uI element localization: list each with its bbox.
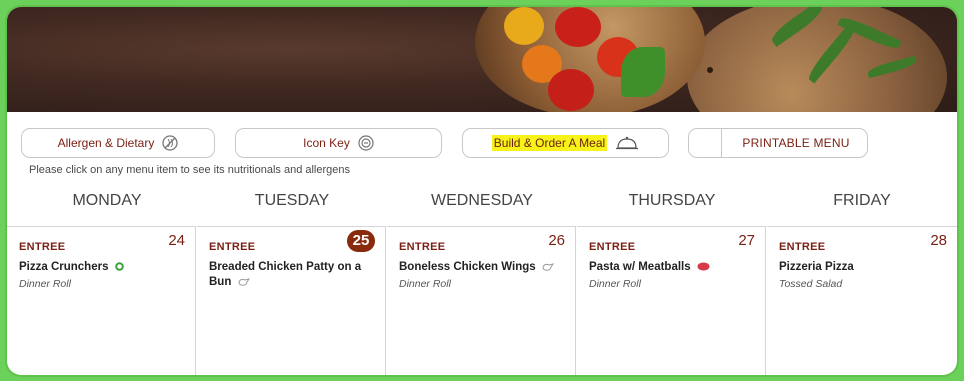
day-name-thursday: THURSDAY bbox=[628, 192, 716, 209]
day-cell-friday: 28 ENTREE Pizzeria Pizza Tossed Salad bbox=[767, 226, 957, 375]
date-number: 28 bbox=[930, 232, 947, 249]
allergen-dietary-button[interactable]: Allergen & Dietary bbox=[21, 128, 215, 158]
day-name-friday: FRIDAY bbox=[833, 192, 891, 209]
date-number: 24 bbox=[168, 232, 185, 249]
side-item[interactable]: Dinner Roll bbox=[589, 278, 641, 290]
day-cell-tuesday: 25 ENTREE Breaded Chicken Patty on a Bun bbox=[197, 226, 386, 375]
printable-menu-toggle[interactable]: PRINTABLE MENU bbox=[688, 128, 868, 158]
tomato-image bbox=[555, 7, 601, 47]
menu-item[interactable]: Breaded Chicken Patty on a Bun bbox=[209, 260, 369, 290]
category-label: ENTREE bbox=[209, 241, 256, 253]
menu-item-name[interactable]: Pizza Crunchers bbox=[19, 261, 108, 273]
day-name-monday: MONDAY bbox=[72, 192, 142, 209]
day-cell-monday: 24 ENTREE Pizza Crunchers Dinner Roll bbox=[7, 226, 196, 375]
icon-key-icon bbox=[358, 135, 374, 151]
category-label: ENTREE bbox=[779, 241, 826, 253]
menu-item-name[interactable]: Boneless Chicken Wings bbox=[399, 261, 536, 273]
day-cell-thursday: 27 ENTREE Pasta w/ Meatballs Dinner Roll bbox=[577, 226, 766, 375]
allergen-dietary-label: Allergen & Dietary bbox=[57, 136, 155, 150]
day-name-tuesday: TUESDAY bbox=[254, 192, 330, 209]
toggle-knob[interactable] bbox=[689, 129, 722, 157]
date-number-today: 25 bbox=[347, 230, 375, 252]
menu-item-name[interactable]: Pizzeria Pizza bbox=[779, 261, 854, 273]
beef-icon bbox=[697, 262, 710, 271]
build-order-meal-button[interactable]: Build & Order A Meal bbox=[462, 128, 669, 158]
menu-item[interactable]: Boneless Chicken Wings bbox=[399, 260, 559, 275]
category-label: ENTREE bbox=[399, 241, 446, 253]
side-item[interactable]: Dinner Roll bbox=[399, 278, 451, 290]
icon-key-label: Icon Key bbox=[303, 136, 350, 150]
date-number: 27 bbox=[738, 232, 755, 249]
hero-banner bbox=[7, 7, 957, 112]
menu-item[interactable]: Pizza Crunchers bbox=[19, 260, 179, 275]
weekday-header: MONDAY TUESDAY WEDNESDAY THURSDAY FRIDAY bbox=[7, 189, 957, 217]
tomato-image bbox=[504, 7, 544, 45]
serving-cloche-icon bbox=[616, 136, 639, 150]
chicken-icon bbox=[238, 278, 250, 286]
day-name-wednesday: WEDNESDAY bbox=[431, 192, 533, 209]
menu-week-grid: 24 ENTREE Pizza Crunchers Dinner Roll 25… bbox=[7, 226, 957, 375]
category-label: ENTREE bbox=[589, 241, 636, 253]
basil-leaf-image bbox=[621, 47, 665, 97]
vegetarian-icon bbox=[114, 262, 124, 272]
category-label: ENTREE bbox=[19, 241, 66, 253]
instruction-text: Please click on any menu item to see its… bbox=[29, 164, 351, 176]
menu-item-name[interactable]: Pasta w/ Meatballs bbox=[589, 261, 691, 273]
side-item[interactable]: Dinner Roll bbox=[19, 278, 71, 290]
tomato-image bbox=[548, 69, 594, 111]
day-cell-wednesday: 26 ENTREE Boneless Chicken Wings Dinner … bbox=[387, 226, 576, 375]
side-item[interactable]: Tossed Salad bbox=[779, 278, 842, 290]
menu-frame: Allergen & Dietary Icon Key Build & Orde… bbox=[7, 7, 957, 375]
menu-item-name[interactable]: Breaded Chicken Patty on a Bun bbox=[209, 261, 361, 288]
chicken-icon bbox=[542, 263, 554, 271]
board-hole-image bbox=[707, 67, 713, 73]
printable-menu-label: PRINTABLE MENU bbox=[742, 136, 850, 150]
menu-item[interactable]: Pizzeria Pizza bbox=[779, 260, 939, 275]
build-order-meal-label: Build & Order A Meal bbox=[491, 135, 608, 151]
icon-key-button[interactable]: Icon Key bbox=[235, 128, 442, 158]
no-allergen-icon bbox=[162, 135, 179, 151]
date-number: 26 bbox=[548, 232, 565, 249]
menu-item[interactable]: Pasta w/ Meatballs bbox=[589, 260, 749, 275]
